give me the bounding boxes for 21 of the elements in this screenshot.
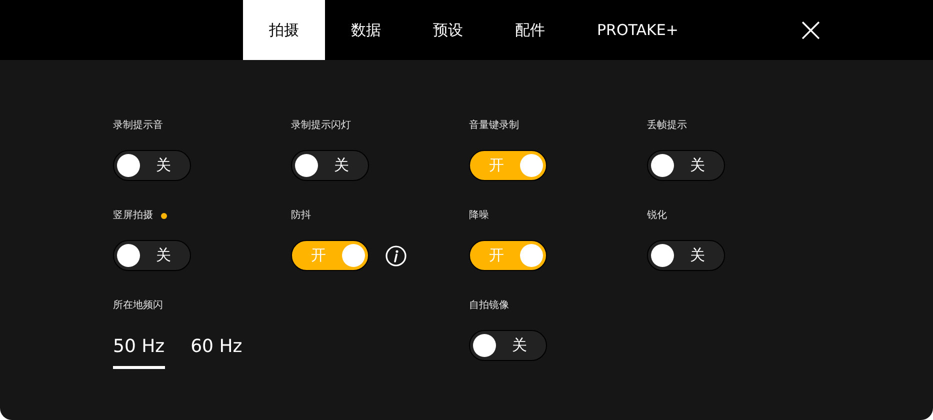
toggle-switch[interactable]: 关	[647, 150, 725, 181]
setting-label: 降噪	[469, 209, 489, 223]
setting-label: 防抖	[291, 209, 311, 223]
tab[interactable]: 拍摄	[243, 0, 325, 60]
toggle-switch[interactable]: 关	[113, 150, 191, 181]
info-icon[interactable]	[385, 244, 407, 266]
setting-label: 自拍镜像	[469, 299, 509, 313]
setting-label: 音量键录制	[469, 119, 519, 133]
setting-label: 录制提示闪灯	[291, 119, 351, 133]
close-button[interactable]: ×	[794, 0, 827, 60]
setting-label: 锐化	[647, 209, 667, 223]
setting-label: 竖屏拍摄	[113, 209, 153, 223]
toggle-switch[interactable]: 关	[291, 150, 369, 181]
setting-label: 录制提示音	[113, 119, 163, 133]
setting-label: 丢帧提示	[647, 119, 687, 133]
toggle-switch[interactable]: 关	[113, 240, 191, 271]
setting-label: 所在地频闪	[113, 299, 163, 313]
frequency-option[interactable]: 50 Hz	[113, 333, 165, 369]
toggle-switch[interactable]: 关	[469, 330, 547, 361]
toggle-switch[interactable]: 关	[647, 240, 725, 271]
frequency-option[interactable]: 60 Hz	[190, 333, 242, 369]
